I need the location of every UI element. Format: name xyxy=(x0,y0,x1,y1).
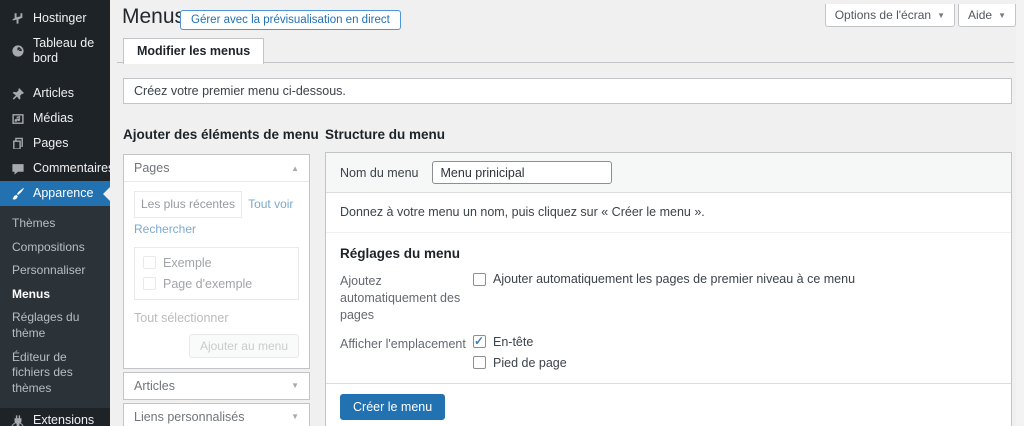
location-footer-checkbox[interactable] xyxy=(473,356,486,369)
pushpin-icon xyxy=(10,86,25,101)
tab-most-recent[interactable]: Les plus récentes xyxy=(134,191,242,218)
auto-add-pages-label: Ajoutez automatiquement des pages xyxy=(340,272,473,324)
custom-links-box-title: Liens personnalisés xyxy=(134,410,245,424)
add-to-menu-row: Ajouter au menu xyxy=(134,334,299,358)
location-footer-label: Pied de page xyxy=(493,356,567,370)
menu-structure-footer: Créer le menu xyxy=(326,383,1011,426)
chevron-down-icon: ▼ xyxy=(998,11,1006,20)
page-item-row: Page d'exemple xyxy=(143,277,290,291)
section-divider xyxy=(326,232,1011,233)
sidebar-item-label: Apparence xyxy=(33,186,93,201)
location-footer-line: Pied de page xyxy=(473,356,567,370)
sidebar-item-label: Tableau de bord xyxy=(33,36,102,66)
sidebar-item-label: Médias xyxy=(33,111,73,126)
auto-add-checkbox-line: Ajouter automatiquement les pages de pre… xyxy=(473,272,855,286)
pages-quick-tabs: Les plus récentes Tout voir Rechercher xyxy=(134,191,299,241)
add-menu-items-heading: Ajouter des éléments de menu xyxy=(123,127,319,142)
display-location-label: Afficher l'emplacement xyxy=(340,335,473,370)
dashboard-icon xyxy=(10,44,25,59)
submenu-item-compositions[interactable]: Compositions xyxy=(0,236,110,260)
menu-structure-heading: Structure du menu xyxy=(325,127,445,142)
page-checkbox[interactable] xyxy=(143,256,156,269)
articles-box: Articles ▼ xyxy=(123,372,310,400)
auto-add-checkbox[interactable] xyxy=(473,273,486,286)
location-header-line: En-tête xyxy=(473,335,567,349)
submenu-item-themes[interactable]: Thèmes xyxy=(0,212,110,236)
sidebar-item-label: Extensions xyxy=(33,413,94,426)
page-scrollbar[interactable] xyxy=(1016,0,1024,426)
screen-options-button[interactable]: Options de l'écran ▼ xyxy=(825,4,955,27)
menu-instruction-text: Donnez à votre menu un nom, puis cliquez… xyxy=(340,205,997,219)
sidebar-item-dashboard[interactable]: Tableau de bord xyxy=(0,31,110,71)
add-to-menu-button[interactable]: Ajouter au menu xyxy=(189,334,299,358)
page-item-row: Exemple xyxy=(143,256,290,270)
pages-checklist: Exemple Page d'exemple xyxy=(134,247,299,300)
chevron-down-icon[interactable]: ▼ xyxy=(291,412,299,421)
articles-box-header[interactable]: Articles ▼ xyxy=(124,373,309,399)
wordpress-admin-menus-page: Hostinger Tableau de bord Articles Média… xyxy=(0,0,1024,426)
display-location-control: En-tête Pied de page xyxy=(473,335,567,370)
menu-structure-panel: Nom du menu Donnez à votre menu un nom, … xyxy=(325,152,1012,426)
help-label: Aide xyxy=(968,8,992,22)
sidebar-item-apparence[interactable]: Apparence xyxy=(0,181,110,206)
submenu-item-reglages-du-theme[interactable]: Réglages du thème xyxy=(0,306,110,345)
help-button[interactable]: Aide ▼ xyxy=(958,4,1016,27)
custom-links-box-header[interactable]: Liens personnalisés ▼ xyxy=(124,404,309,426)
select-all-link[interactable]: Tout sélectionner xyxy=(134,311,299,325)
sidebar-item-label: Articles xyxy=(33,86,74,101)
submenu-item-editeur-fichiers-themes[interactable]: Éditeur de fichiers des thèmes xyxy=(0,346,110,401)
pages-box: Pages ▲ Les plus récentes Tout voir Reche… xyxy=(123,154,310,369)
admin-sidebar: Hostinger Tableau de bord Articles Média… xyxy=(0,0,110,426)
menu-name-input[interactable] xyxy=(432,161,612,184)
articles-box-title: Articles xyxy=(134,379,175,393)
sidebar-item-articles[interactable]: Articles xyxy=(0,81,110,106)
page-item-label: Exemple xyxy=(163,256,212,270)
sidebar-item-medias[interactable]: Médias xyxy=(0,106,110,131)
chevron-down-icon[interactable]: ▼ xyxy=(291,381,299,390)
chevron-down-icon: ▼ xyxy=(937,11,945,20)
page-title: Menus xyxy=(122,5,185,29)
menu-name-label: Nom du menu xyxy=(340,166,419,180)
display-location-row: Afficher l'emplacement En-tête Pied de p… xyxy=(340,335,997,370)
sidebar-item-label: Commentaires xyxy=(33,161,114,176)
auto-add-pages-row: Ajoutez automatiquement des pages Ajoute… xyxy=(340,272,997,324)
submenu-item-personnaliser[interactable]: Personnaliser xyxy=(0,259,110,283)
custom-links-box: Liens personnalisés ▼ xyxy=(123,403,310,426)
chevron-up-icon[interactable]: ▲ xyxy=(291,164,299,173)
page-item-label: Page d'exemple xyxy=(163,277,252,291)
sidebar-separator xyxy=(0,71,110,81)
sidebar-item-hostinger[interactable]: Hostinger xyxy=(0,6,110,31)
menu-name-row: Nom du menu xyxy=(326,153,1011,193)
first-menu-notice: Créez votre premier menu ci-dessous. xyxy=(123,78,1012,104)
appearance-icon xyxy=(10,186,25,201)
location-header-label: En-tête xyxy=(493,335,533,349)
screen-options-label: Options de l'écran xyxy=(835,8,931,22)
sidebar-item-pages[interactable]: Pages xyxy=(0,131,110,156)
link-search[interactable]: Rechercher xyxy=(134,222,196,236)
location-header-checkbox[interactable] xyxy=(473,335,486,348)
auto-add-checkbox-label: Ajouter automatiquement les pages de pre… xyxy=(493,272,855,286)
auto-add-pages-control: Ajouter automatiquement les pages de pre… xyxy=(473,272,855,324)
tab-edit-menus[interactable]: Modifier les menus xyxy=(123,38,264,64)
pages-box-title: Pages xyxy=(134,161,169,175)
manage-live-preview-button[interactable]: Gérer avec la prévisualisation en direct xyxy=(180,10,401,30)
menu-structure-body: Donnez à votre menu un nom, puis cliquez… xyxy=(326,205,1011,370)
submenu-item-menus[interactable]: Menus xyxy=(0,283,110,307)
sidebar-item-label: Pages xyxy=(33,136,68,151)
pages-icon xyxy=(10,136,25,151)
add-menu-items-panel: Pages ▲ Les plus récentes Tout voir Reche… xyxy=(123,154,310,426)
media-icon xyxy=(10,111,25,126)
create-menu-button[interactable]: Créer le menu xyxy=(340,394,445,420)
sidebar-item-commentaires[interactable]: Commentaires xyxy=(0,156,110,181)
pages-box-content: Les plus récentes Tout voir Rechercher Ex… xyxy=(124,181,309,368)
appearance-submenu: Thèmes Compositions Personnaliser Menus … xyxy=(0,206,110,408)
link-view-all[interactable]: Tout voir xyxy=(248,197,293,211)
page-checkbox[interactable] xyxy=(143,277,156,290)
sidebar-item-label: Hostinger xyxy=(33,11,87,26)
pages-box-header[interactable]: Pages ▲ xyxy=(124,155,309,181)
menu-settings-heading: Réglages du menu xyxy=(340,246,997,261)
hostinger-icon xyxy=(10,11,25,26)
comments-icon xyxy=(10,161,25,176)
